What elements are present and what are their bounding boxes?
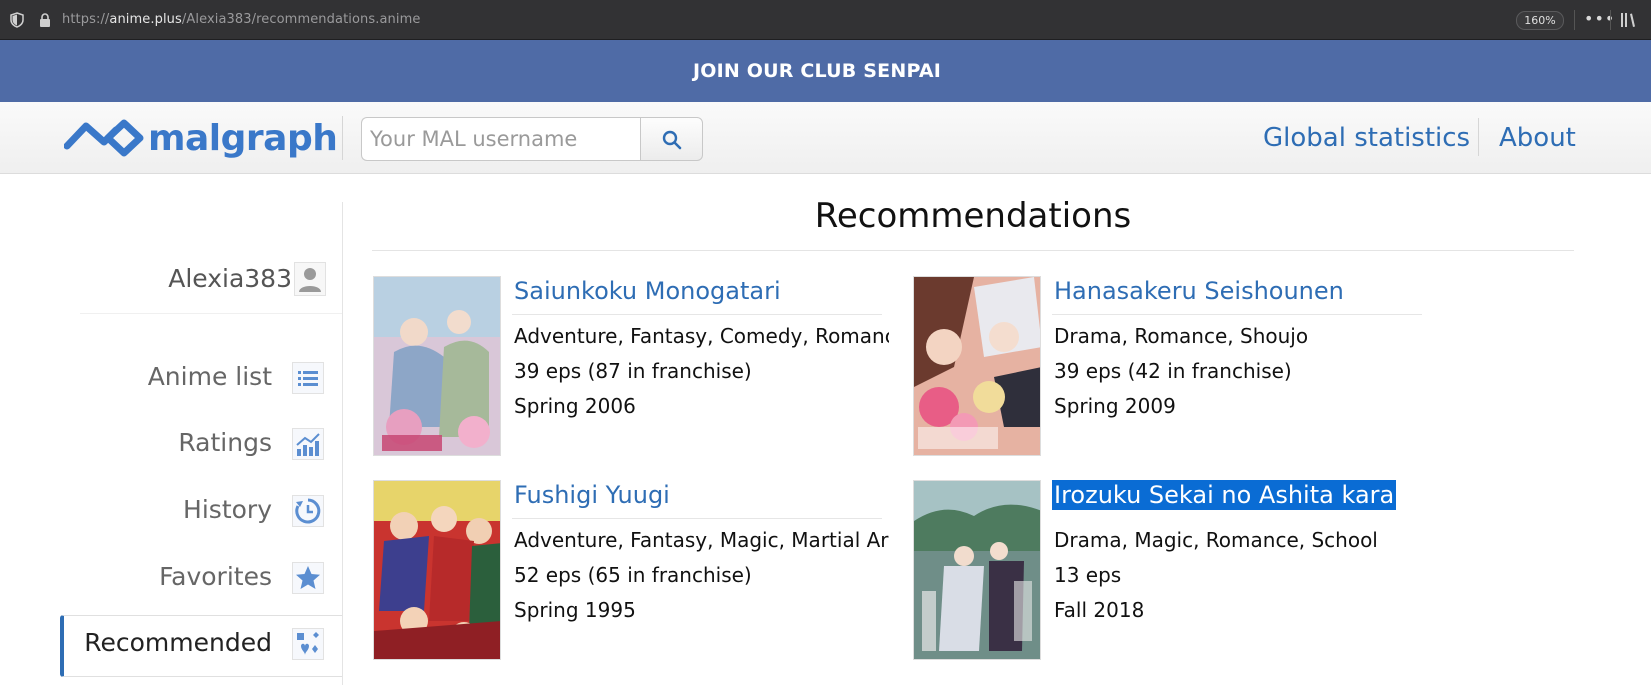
- logo-mark-icon: [64, 119, 144, 157]
- recommendation-card: Hanasakeru Seishounen Drama, Romance, Sh…: [913, 276, 1433, 466]
- toolbar-divider: [1610, 10, 1611, 30]
- shield-icon[interactable]: [10, 12, 24, 28]
- sidebar-item-history[interactable]: History: [60, 483, 342, 545]
- anime-cover-image[interactable]: [373, 480, 501, 660]
- url-path: /Alexia383/recommendations.anime: [181, 12, 421, 27]
- library-icon[interactable]: [1620, 12, 1640, 28]
- anime-genres: Adventure, Fantasy, Magic, Martial Arts,…: [514, 528, 889, 552]
- sidebar-user[interactable]: Alexia383: [80, 254, 342, 314]
- anime-cover-image[interactable]: [913, 276, 1041, 456]
- header-divider: [342, 116, 343, 160]
- sidebar-item-label: Recommended: [84, 628, 272, 657]
- anime-episodes: 52 eps (65 in franchise): [514, 563, 752, 587]
- anime-genres: Drama, Romance, Shoujo: [1054, 324, 1309, 348]
- anime-cover-image[interactable]: [913, 480, 1041, 660]
- nav-about[interactable]: About: [1499, 118, 1576, 158]
- sidebar-item-ratings[interactable]: Ratings: [60, 416, 342, 478]
- sidebar-item-label: Anime list: [147, 362, 272, 391]
- sidebar-item-favorites[interactable]: Favorites: [60, 550, 342, 612]
- anime-season: Spring 2009: [1054, 394, 1176, 418]
- user-name: Alexia383: [168, 264, 292, 293]
- sidebar-item-label: History: [183, 495, 272, 524]
- anime-cover-image[interactable]: [373, 276, 501, 456]
- title-underline: [1052, 314, 1422, 315]
- more-actions-icon[interactable]: •••: [1584, 11, 1614, 28]
- title-underline: [512, 314, 882, 315]
- nav-divider: [1478, 118, 1479, 156]
- toolbar-divider: [1574, 10, 1575, 30]
- recommended-icon: [292, 628, 324, 660]
- recommendation-card: Saiunkoku Monogatari Adventure, Fantasy,…: [373, 276, 893, 466]
- anime-season: Fall 2018: [1054, 598, 1145, 622]
- sidebar-item-label: Ratings: [178, 428, 272, 457]
- mal-username-input[interactable]: [361, 117, 641, 161]
- zoom-level-badge[interactable]: 160%: [1516, 11, 1564, 30]
- browser-toolbar: https://anime.plus/Alexia383/recommendat…: [0, 0, 1651, 40]
- recommendation-card: Fushigi Yuugi Adventure, Fantasy, Magic,…: [373, 480, 893, 670]
- logo-text: malgraph: [148, 118, 338, 159]
- lock-icon[interactable]: [38, 12, 52, 28]
- anime-episodes: 13 eps: [1054, 563, 1122, 587]
- url-host: anime.plus: [109, 12, 182, 27]
- anime-title-link[interactable]: Hanasakeru Seishounen: [1052, 276, 1346, 306]
- recommendation-card: Irozuku Sekai no Ashita kara Drama, Magi…: [913, 480, 1433, 670]
- anime-episodes: 39 eps (87 in franchise): [514, 359, 752, 383]
- title-underline: [512, 518, 882, 519]
- anime-title-link[interactable]: Irozuku Sekai no Ashita kara: [1052, 480, 1397, 510]
- malgraph-logo[interactable]: malgraph: [64, 116, 338, 162]
- anime-title-link[interactable]: Fushigi Yuugi: [512, 480, 672, 510]
- url-prefix: https://: [62, 12, 110, 27]
- sidebar-item-label: Favorites: [159, 562, 272, 591]
- user-avatar-icon: [294, 262, 326, 296]
- search-button[interactable]: [640, 117, 703, 161]
- nav-global-statistics[interactable]: Global statistics: [1263, 118, 1470, 158]
- sidebar-item-anime-list[interactable]: Anime list: [60, 350, 342, 412]
- anime-season: Spring 2006: [514, 394, 636, 418]
- address-bar-url[interactable]: https://anime.plus/Alexia383/recommendat…: [62, 12, 420, 27]
- anime-season: Spring 1995: [514, 598, 636, 622]
- title-divider: [372, 250, 1574, 251]
- anime-title-link[interactable]: Saiunkoku Monogatari: [512, 276, 783, 306]
- anime-genres: Drama, Magic, Romance, School: [1054, 528, 1378, 552]
- star-icon: [292, 562, 324, 594]
- history-clock-icon: [292, 495, 324, 527]
- search-icon: [662, 130, 682, 150]
- list-icon: [292, 362, 324, 394]
- banner-text[interactable]: JOIN OUR CLUB SENPAI: [0, 40, 1634, 102]
- sidebar: Alexia383 Anime list Ratings History Fav…: [0, 174, 344, 685]
- ratings-chart-icon: [292, 428, 324, 460]
- anime-genres: Adventure, Fantasy, Comedy, Romance,...: [514, 324, 889, 348]
- site-header: malgraph Global statistics About: [0, 102, 1651, 174]
- sidebar-divider: [342, 202, 343, 685]
- page-title: Recommendations: [814, 196, 1132, 236]
- club-banner[interactable]: JOIN OUR CLUB SENPAI: [0, 40, 1651, 102]
- sidebar-item-recommended[interactable]: Recommended: [60, 615, 342, 677]
- anime-episodes: 39 eps (42 in franchise): [1054, 359, 1292, 383]
